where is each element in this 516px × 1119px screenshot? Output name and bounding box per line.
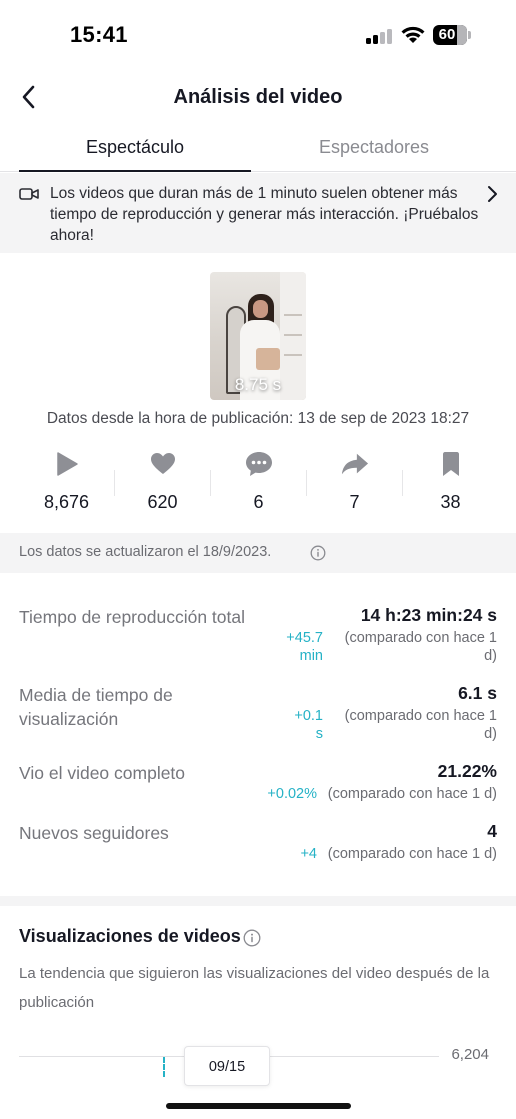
banner-text: Los videos que duran más de 1 minuto sue… [50, 185, 479, 244]
metric-label: Vio el video completo [19, 763, 186, 783]
chart-y-max-label: 6,204 [451, 1046, 489, 1063]
video-views-title: Visualizaciones de videos [19, 926, 241, 946]
comment-icon [245, 450, 273, 478]
stat-views: 8,676 [19, 448, 114, 518]
shares-count: 7 [349, 492, 360, 512]
metric-value: 6.1 s [458, 683, 497, 703]
metric-label: Tiempo de reproducción total [19, 607, 246, 627]
status-time: 15:41 [70, 22, 128, 47]
metric-average-watch-time: Media de tiempo de visualización 6.1 s +… [19, 683, 497, 743]
video-camera-icon [19, 188, 39, 200]
chevron-right-icon [488, 186, 497, 202]
share-icon [341, 450, 369, 478]
stat-saves: 38 [403, 448, 498, 518]
home-indicator [166, 1103, 351, 1109]
data-updated-text: Los datos se actualizaron el 18/9/2023. [19, 544, 272, 560]
metric-total-watch-time: Tiempo de reproducción total 14 h:23 min… [19, 605, 497, 665]
bookmark-icon [437, 450, 465, 478]
views-count: 8,676 [43, 492, 90, 512]
tab-espectaculo[interactable]: Espectáculo [19, 126, 251, 172]
metric-compare: (comparado con hace 1 d) [327, 846, 497, 862]
stat-likes: 620 [115, 448, 210, 518]
play-icon [53, 450, 81, 478]
metric-compare: (comparado con hace 1 d) [344, 630, 497, 664]
metric-delta: +0.1 s [294, 708, 323, 742]
metric-delta: +45.7 min [286, 630, 323, 664]
stat-shares: 7 [307, 448, 402, 518]
wifi-icon [401, 26, 425, 43]
metric-label: Nuevos seguidores [19, 823, 169, 843]
metric-value: 14 h:23 min:24 s [360, 605, 497, 625]
video-duration: 8.75 s [234, 375, 282, 394]
metric-label: Media de tiempo de visualización [19, 685, 173, 729]
metric-compare: (comparado con hace 1 d) [344, 708, 497, 742]
video-views-description: La tendencia que siguieron las visualiza… [19, 965, 490, 1011]
likes-count: 620 [147, 492, 178, 512]
battery-level: 60 [438, 26, 456, 43]
metric-delta: +0.02% [267, 786, 317, 802]
video-thumbnail[interactable]: 8.75 s [210, 272, 306, 400]
section-divider [0, 896, 516, 906]
metric-new-followers: Nuevos seguidores 4 +4 (comparado con ha… [19, 821, 497, 865]
publish-date-text: Datos desde la hora de publicación: 13 d… [46, 410, 470, 427]
tip-banner[interactable]: Los videos que duran más de 1 minuto sue… [0, 173, 516, 253]
battery-icon: 60 [433, 25, 471, 45]
metric-value: 21.22% [437, 761, 497, 781]
cellular-signal-icon [366, 28, 394, 44]
metric-value: 4 [487, 821, 497, 841]
saves-count: 38 [440, 492, 461, 512]
chart-tooltip: 09/15 [184, 1046, 270, 1086]
chart-hover-marker [163, 1057, 165, 1077]
metric-watched-full-video: Vio el video completo 21.22% +0.02% (com… [19, 761, 497, 805]
info-icon[interactable] [310, 545, 326, 561]
page-title: Análisis del video [173, 86, 343, 108]
metric-delta: +4 [300, 846, 317, 862]
header: Análisis del video [0, 70, 516, 126]
metric-compare: (comparado con hace 1 d) [327, 786, 497, 802]
comments-count: 6 [253, 492, 264, 512]
heart-icon [149, 450, 177, 478]
engagement-stats: 8,676 620 6 7 38 [19, 448, 497, 518]
info-icon[interactable] [243, 929, 261, 947]
tab-espectadores[interactable]: Espectadores [258, 126, 490, 172]
stat-comments: 6 [211, 448, 306, 518]
status-bar: 15:41 60 [0, 0, 516, 70]
data-updated-bar: Los datos se actualizaron el 18/9/2023. [0, 533, 516, 573]
tab-bar: Espectáculo Espectadores [0, 126, 516, 172]
